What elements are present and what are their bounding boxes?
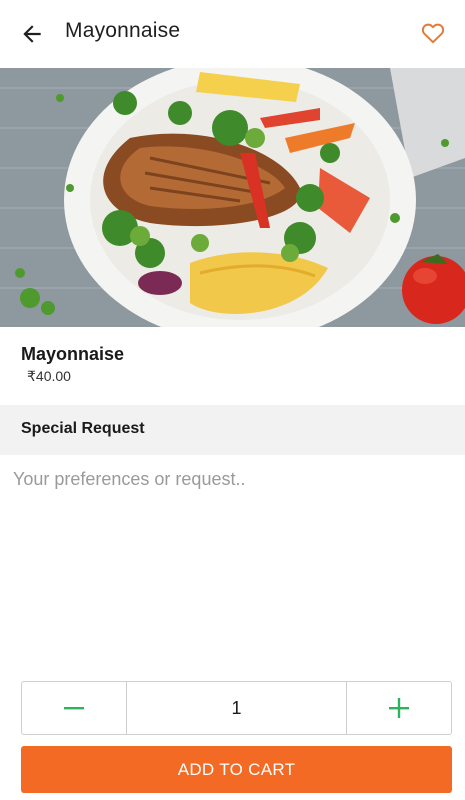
arrow-left-icon: [23, 25, 41, 43]
special-request-title: Special Request: [21, 420, 145, 437]
quantity-value[interactable]: 1: [126, 682, 347, 734]
dish-image: [0, 68, 465, 327]
heart-outline-icon: [421, 23, 445, 44]
quantity-stepper: 1: [21, 681, 452, 735]
minus-icon: [64, 707, 84, 710]
item-price: ₹40.00: [27, 368, 71, 384]
item-name: Mayonnaise: [21, 344, 125, 364]
item-info: Mayonnaise ₹40.00: [0, 327, 465, 405]
special-request-input[interactable]: [0, 455, 465, 670]
add-to-cart-button[interactable]: ADD TO CART: [21, 746, 452, 793]
favorite-button[interactable]: [417, 17, 449, 49]
special-request-header: Special Request: [0, 405, 465, 455]
increment-button[interactable]: [347, 682, 451, 734]
back-button[interactable]: [16, 18, 48, 50]
app-bar: Mayonnaise: [0, 0, 465, 68]
decrement-button[interactable]: [22, 682, 126, 734]
page-title: Mayonnaise: [65, 19, 181, 42]
plus-icon: [389, 698, 409, 718]
